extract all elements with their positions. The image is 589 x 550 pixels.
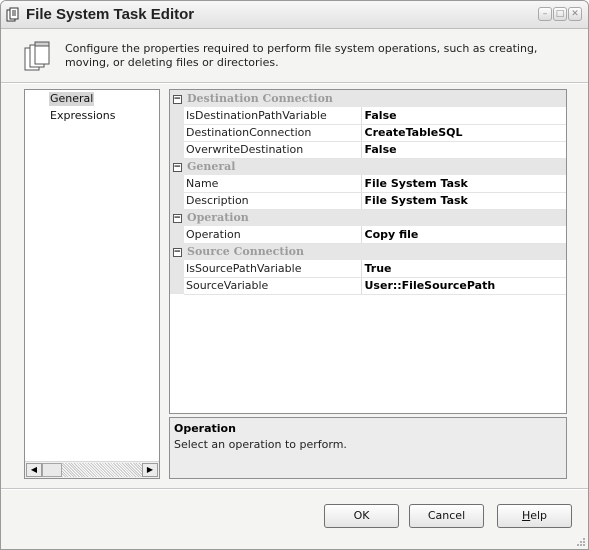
property-row[interactable]: IsDestinationPathVariable False bbox=[170, 107, 566, 125]
property-row[interactable]: Operation Copy file bbox=[170, 226, 566, 244]
category-row[interactable]: − Operation bbox=[170, 209, 566, 226]
resize-grip-icon[interactable] bbox=[576, 537, 586, 547]
property-row[interactable]: Name File System Task bbox=[170, 175, 566, 193]
property-value[interactable]: File System Task bbox=[361, 192, 566, 210]
collapse-icon[interactable]: − bbox=[172, 213, 182, 223]
app-icon bbox=[6, 7, 19, 22]
property-row[interactable]: OverwriteDestination False bbox=[170, 141, 566, 159]
cancel-button[interactable]: Cancel bbox=[409, 504, 484, 528]
property-row[interactable]: DestinationConnection CreateTableSQL bbox=[170, 124, 566, 142]
collapse-icon[interactable]: − bbox=[172, 162, 182, 172]
category-label: Destination Connection bbox=[184, 90, 566, 107]
property-name: Description bbox=[184, 192, 362, 210]
category-label: Operation bbox=[184, 209, 566, 226]
minimize-icon: – bbox=[542, 8, 548, 19]
category-row[interactable]: − Source Connection bbox=[170, 243, 566, 260]
property-grid[interactable]: − Destination Connection IsDestinationPa… bbox=[169, 89, 567, 414]
scroll-right-icon: ▶ bbox=[146, 465, 154, 474]
property-value[interactable]: False bbox=[361, 141, 566, 159]
property-name: IsSourcePathVariable bbox=[184, 260, 362, 278]
window-controls: – □ ✕ bbox=[538, 7, 582, 21]
property-name: Name bbox=[184, 175, 362, 193]
collapse-icon[interactable]: − bbox=[172, 247, 182, 257]
property-description-panel: Operation Select an operation to perform… bbox=[169, 417, 567, 479]
close-button[interactable]: ✕ bbox=[568, 7, 582, 21]
property-value[interactable]: False bbox=[361, 107, 566, 125]
category-row[interactable]: − Destination Connection bbox=[170, 90, 566, 107]
header-description: Configure the properties required to per… bbox=[65, 42, 538, 69]
window-title: File System Task Editor bbox=[26, 6, 195, 23]
page-navigation-list[interactable]: General Expressions ◀ ▶ bbox=[24, 89, 160, 479]
scroll-left-icon: ◀ bbox=[30, 465, 38, 474]
property-row[interactable]: SourceVariable User::FileSourcePath bbox=[170, 277, 566, 295]
property-name: OverwriteDestination bbox=[184, 141, 362, 159]
property-name: SourceVariable bbox=[184, 277, 362, 295]
maximize-button[interactable]: □ bbox=[553, 7, 567, 21]
property-value[interactable]: CreateTableSQL bbox=[361, 124, 566, 142]
property-value[interactable]: File System Task bbox=[361, 175, 566, 193]
property-name: DestinationConnection bbox=[184, 124, 362, 142]
nav-item-general[interactable]: General bbox=[49, 92, 95, 106]
property-row[interactable]: Description File System Task bbox=[170, 192, 566, 210]
title-bar[interactable]: File System Task Editor – □ ✕ bbox=[1, 1, 588, 29]
scroll-right-button[interactable]: ▶ bbox=[142, 463, 158, 477]
header-divider bbox=[1, 82, 588, 84]
category-label: Source Connection bbox=[184, 243, 566, 260]
minimize-button[interactable]: – bbox=[538, 7, 552, 21]
file-system-task-icon bbox=[24, 41, 50, 71]
header-area: Configure the properties required to per… bbox=[1, 30, 588, 82]
footer-divider bbox=[1, 488, 588, 490]
category-row[interactable]: − General bbox=[170, 158, 566, 175]
property-row[interactable]: IsSourcePathVariable True bbox=[170, 260, 566, 278]
collapse-icon[interactable]: − bbox=[172, 94, 182, 104]
help-button[interactable]: Help bbox=[497, 504, 572, 528]
scroll-thumb[interactable] bbox=[42, 463, 62, 477]
nav-item-expressions[interactable]: Expressions bbox=[49, 109, 116, 123]
property-value[interactable]: User::FileSourcePath bbox=[361, 277, 566, 295]
property-name: IsDestinationPathVariable bbox=[184, 107, 362, 125]
description-text: Select an operation to perform. bbox=[174, 438, 347, 451]
ok-button[interactable]: OK bbox=[324, 504, 399, 528]
property-value[interactable]: Copy file bbox=[361, 226, 566, 244]
close-icon: ✕ bbox=[571, 8, 579, 19]
horizontal-scrollbar[interactable]: ◀ ▶ bbox=[25, 461, 159, 478]
description-title: Operation bbox=[174, 422, 236, 435]
property-value[interactable]: True bbox=[361, 260, 566, 278]
file-system-task-editor-window: File System Task Editor – □ ✕ Configure … bbox=[0, 0, 589, 550]
maximize-icon: □ bbox=[555, 8, 565, 19]
property-name: Operation bbox=[184, 226, 362, 244]
scroll-left-button[interactable]: ◀ bbox=[26, 463, 42, 477]
property-table: − Destination Connection IsDestinationPa… bbox=[170, 90, 566, 295]
category-label: General bbox=[184, 158, 566, 175]
